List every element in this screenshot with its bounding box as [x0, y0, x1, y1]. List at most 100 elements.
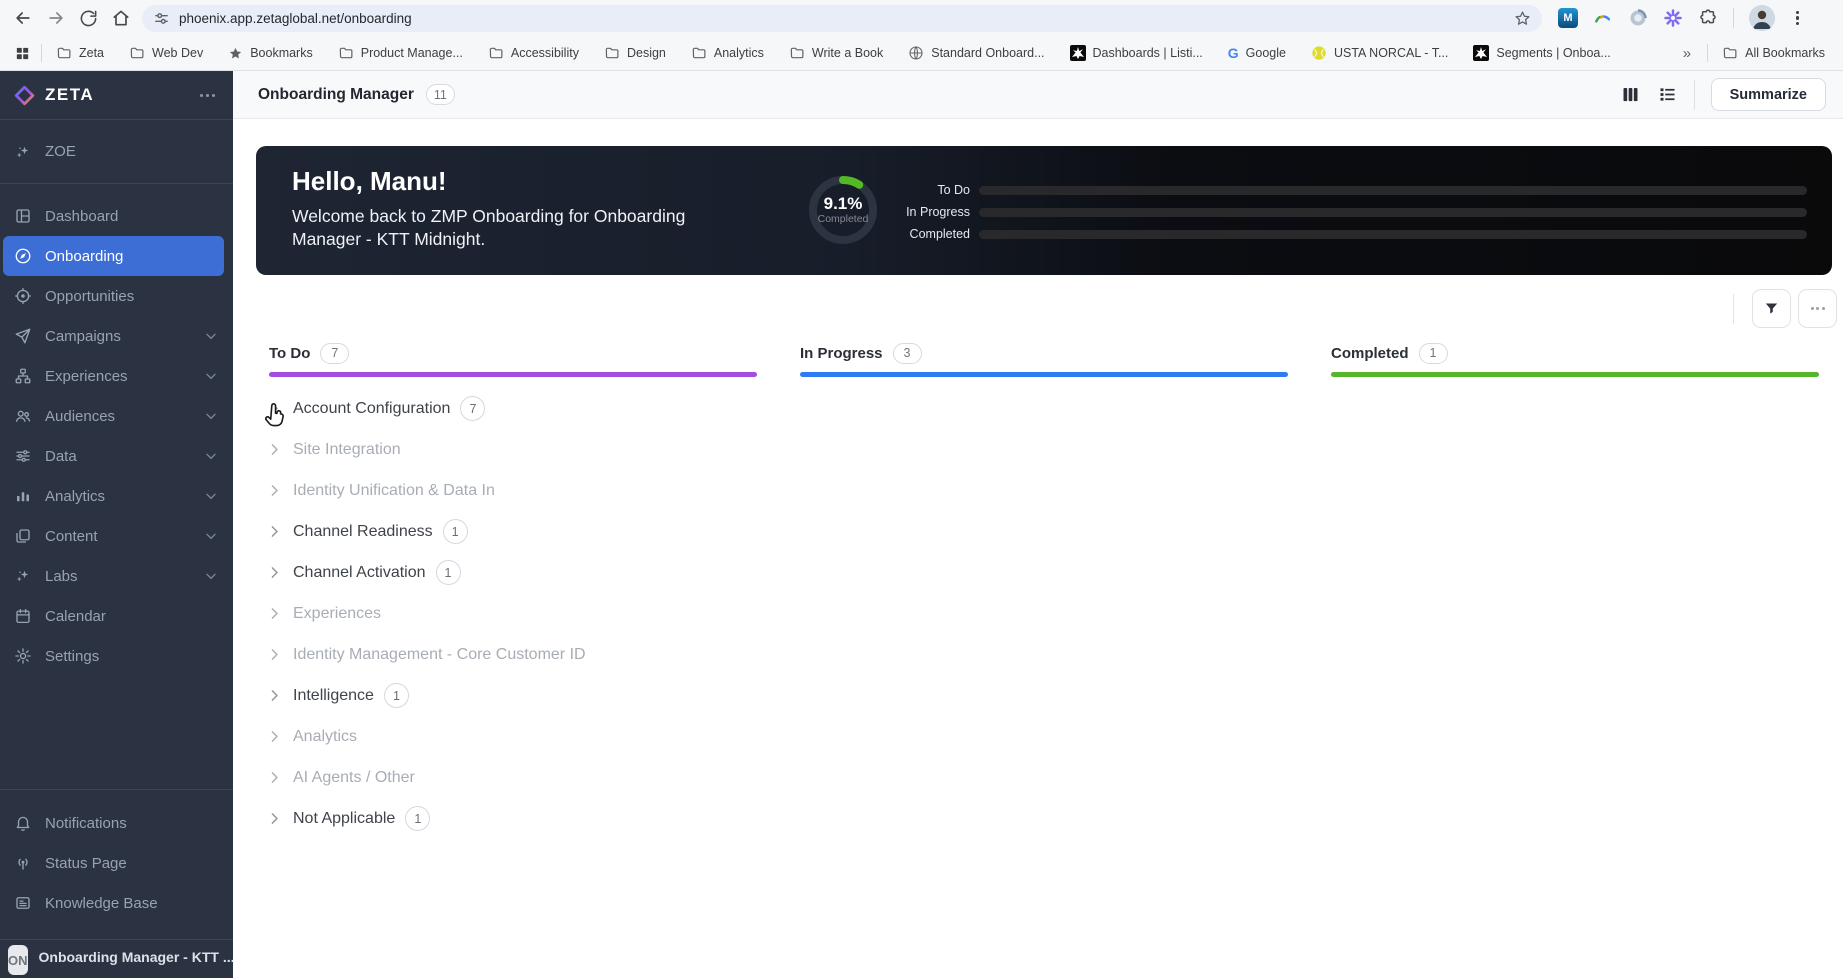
category-row-account-configuration[interactable]: Account Configuration 7: [266, 388, 1506, 429]
back-icon[interactable]: [13, 8, 33, 28]
bookmark-item[interactable]: Standard Onboard...: [908, 45, 1045, 61]
chevron-right-icon[interactable]: [266, 400, 283, 417]
sidebar-item-knowledge-base[interactable]: Knowledge Base: [0, 883, 233, 923]
url-text[interactable]: phoenix.app.zetaglobal.net/onboarding: [179, 11, 1505, 26]
address-bar[interactable]: phoenix.app.zetaglobal.net/onboarding: [142, 4, 1542, 32]
category-row-not-applicable[interactable]: Not Applicable 1: [266, 798, 1506, 839]
bookmark-item[interactable]: Design: [604, 45, 666, 61]
apps-grid-icon[interactable]: [14, 45, 31, 62]
bookmark-star-icon[interactable]: [1514, 10, 1531, 27]
sidebar-item-settings[interactable]: Settings: [0, 636, 233, 676]
chevron-right-icon[interactable]: [266, 523, 283, 540]
chevron-down-icon: [203, 328, 219, 344]
forward-icon[interactable]: [46, 8, 66, 28]
extensions-puzzle-icon[interactable]: [1698, 8, 1718, 28]
list-view-icon[interactable]: [1657, 84, 1678, 105]
chevron-down-icon: [203, 408, 219, 424]
compass-icon: [14, 247, 32, 265]
extension-swirl-icon[interactable]: [1628, 8, 1648, 28]
bookmark-label: Product Manage...: [360, 46, 463, 60]
bookmark-item[interactable]: USTA NORCAL - T...: [1311, 45, 1448, 61]
chevron-down-icon: [203, 448, 219, 464]
category-row-channel-activation[interactable]: Channel Activation 1: [266, 552, 1506, 593]
browser-menu-icon[interactable]: [1790, 10, 1805, 26]
sidebar-item-experiences[interactable]: Experiences: [0, 356, 233, 396]
bookmark-label: USTA NORCAL - T...: [1333, 46, 1449, 60]
category-row-intelligence[interactable]: Intelligence 1: [266, 675, 1506, 716]
category-list: Account Configuration 7 Site Integration…: [266, 388, 1506, 839]
chevron-right-icon[interactable]: [266, 769, 283, 786]
target-icon: [14, 287, 32, 305]
sidebar-item-content[interactable]: Content: [0, 516, 233, 556]
all-bookmarks-button[interactable]: All Bookmarks: [1722, 45, 1825, 61]
sidebar-item-dashboard[interactable]: Dashboard: [0, 196, 233, 236]
sidebar-item-zoe[interactable]: ZOE: [0, 120, 233, 184]
sidebar-item-labs[interactable]: Labs: [0, 556, 233, 596]
sidebar-menu-icon[interactable]: [196, 90, 219, 101]
chevron-right-icon[interactable]: [266, 564, 283, 581]
bookmark-item[interactable]: Product Manage...: [338, 45, 463, 61]
bookmark-item[interactable]: Web Dev: [129, 45, 203, 61]
bookmark-item[interactable]: G Google: [1228, 45, 1286, 61]
calendar-icon: [14, 607, 32, 625]
category-row-experiences[interactable]: Experiences: [266, 593, 1506, 634]
chevron-right-icon[interactable]: [266, 605, 283, 622]
chevron-down-icon: [203, 528, 219, 544]
sidebar-item-opportunities[interactable]: Opportunities: [0, 276, 233, 316]
bookmark-label: Web Dev: [152, 46, 204, 60]
sidebar-item-status-page[interactable]: Status Page: [0, 843, 233, 883]
folder-icon: [789, 45, 805, 61]
bookmark-item[interactable]: Write a Book: [789, 45, 883, 61]
sidebar-user[interactable]: ON Onboarding Manager - KTT ...: [0, 939, 233, 978]
sidebar-item-campaigns[interactable]: Campaigns: [0, 316, 233, 356]
folder-icon: [488, 45, 504, 61]
site-settings-icon[interactable]: [153, 10, 170, 27]
kanban-view-icon[interactable]: [1620, 84, 1641, 105]
sidebar-item-notifications[interactable]: Notifications: [0, 803, 233, 843]
category-row-channel-readiness[interactable]: Channel Readiness 1: [266, 511, 1506, 552]
category-row-identity-management[interactable]: Identity Management - Core Customer ID: [266, 634, 1506, 675]
column-completed: Completed 1: [1331, 342, 1819, 377]
category-row-ai-agents-other[interactable]: AI Agents / Other: [266, 757, 1506, 798]
bookmark-item[interactable]: Analytics: [691, 45, 764, 61]
chevron-right-icon[interactable]: [266, 687, 283, 704]
paper-plane-icon: [14, 327, 32, 345]
filter-button[interactable]: [1752, 289, 1791, 328]
sidebar-item-audiences[interactable]: Audiences: [0, 396, 233, 436]
category-row-analytics[interactable]: Analytics: [266, 716, 1506, 757]
chevron-right-icon[interactable]: [266, 810, 283, 827]
extension-asterisk-icon[interactable]: [1663, 8, 1683, 28]
category-row-identity-unification[interactable]: Identity Unification & Data In: [266, 470, 1506, 511]
sidebar-item-data[interactable]: Data: [0, 436, 233, 476]
bookmark-item[interactable]: Dashboards | Listi...: [1069, 45, 1203, 61]
chevron-right-icon[interactable]: [266, 441, 283, 458]
extension-boomerang-icon[interactable]: [1593, 8, 1613, 28]
bookmark-item[interactable]: Accessibility: [488, 45, 579, 61]
profile-avatar[interactable]: [1749, 5, 1775, 31]
home-icon[interactable]: [111, 8, 131, 28]
category-row-site-integration[interactable]: Site Integration: [266, 429, 1506, 470]
column-underline: [269, 372, 757, 377]
bookmark-item[interactable]: Segments | Onboa...: [1473, 45, 1611, 61]
folder-icon: [129, 45, 145, 61]
bookmark-label: Zeta: [79, 46, 105, 60]
bookmark-item[interactable]: Zeta: [56, 45, 104, 61]
more-options-button[interactable]: [1798, 289, 1837, 328]
sidebar-item-onboarding[interactable]: Onboarding: [3, 236, 224, 276]
reload-icon[interactable]: [79, 9, 98, 28]
column-todo: To Do 7: [269, 342, 757, 377]
extension-m-icon[interactable]: M: [1558, 8, 1578, 28]
sidebar-item-calendar[interactable]: Calendar: [0, 596, 233, 636]
row-count-badge: 1: [435, 560, 461, 585]
bookmark-label: Segments | Onboa...: [1496, 46, 1611, 60]
brand-name: ZETA: [45, 85, 95, 104]
bookmark-item[interactable]: Bookmarks: [228, 46, 313, 61]
chevron-right-icon[interactable]: [266, 482, 283, 499]
row-count-badge: 1: [405, 806, 431, 831]
bookmarks-overflow-chevron[interactable]: »: [1683, 45, 1691, 62]
chevron-right-icon[interactable]: [266, 728, 283, 745]
chevron-right-icon[interactable]: [266, 646, 283, 663]
summarize-button[interactable]: Summarize: [1710, 78, 1826, 111]
sidebar-item-analytics[interactable]: Analytics: [0, 476, 233, 516]
chevron-down-icon: [203, 488, 219, 504]
